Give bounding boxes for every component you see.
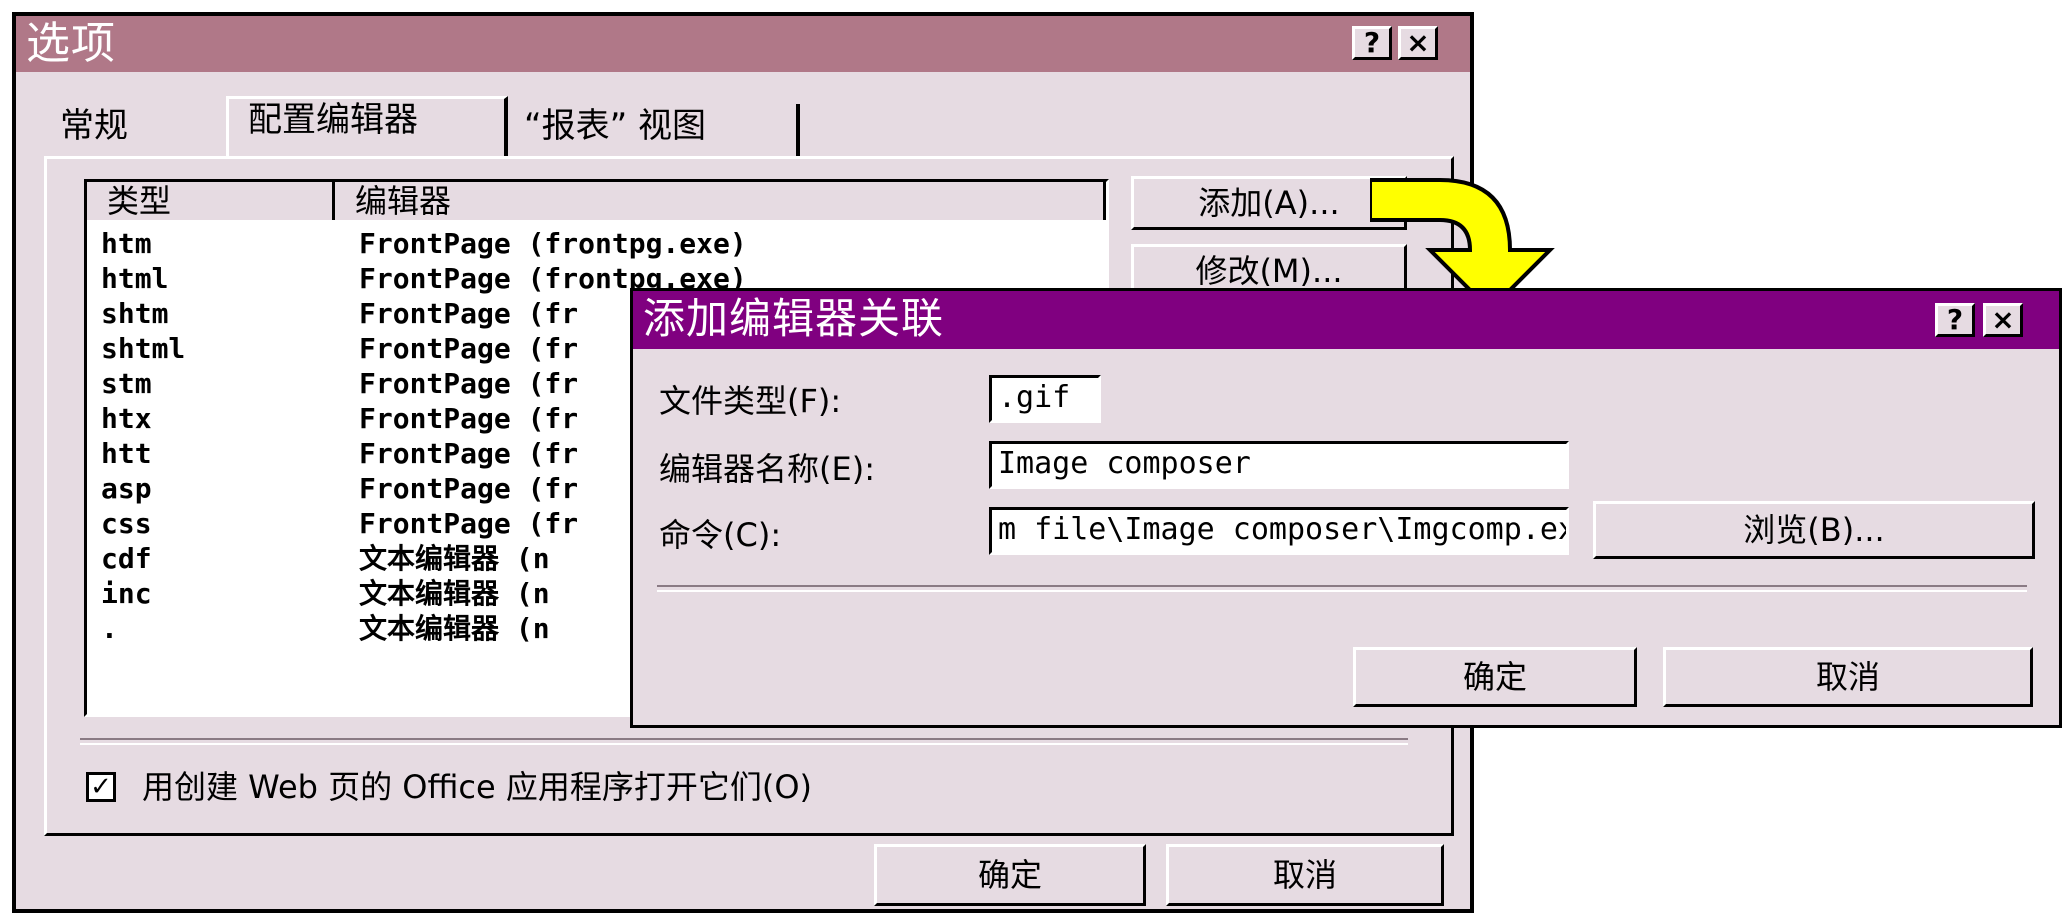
separator [80, 738, 1408, 745]
row-type: htt [101, 437, 152, 470]
row-editor: 文本编辑器 (n [359, 542, 550, 575]
assoc-help-button[interactable]: ? [1935, 303, 1975, 337]
assoc-separator [657, 585, 2027, 592]
list-header: 类型 编辑器 [87, 182, 1106, 220]
tab-report-view[interactable]: “报表” 视图 [524, 104, 706, 148]
tab-divider [796, 104, 800, 156]
options-titlebar[interactable]: 选项 ? × [16, 16, 1470, 72]
cancel-button[interactable]: 取消 [1166, 844, 1444, 906]
row-editor: 文本编辑器 (n [359, 577, 550, 610]
row-type: . [101, 612, 118, 645]
row-editor: FrontPage (fr [359, 472, 579, 505]
assoc-ok-button[interactable]: 确定 [1353, 647, 1637, 707]
add-button[interactable]: 添加(A)... [1131, 176, 1407, 230]
row-editor: FrontPage (fr [359, 332, 579, 365]
row-type: shtm [101, 297, 169, 330]
row-editor: FrontPage (fr [359, 367, 579, 400]
column-header-type[interactable]: 类型 [87, 182, 335, 220]
file-type-label: 文件类型(F): [659, 382, 842, 420]
editor-name-label: 编辑器名称(E): [659, 450, 875, 488]
row-type: inc [101, 577, 152, 610]
row-editor: FrontPage (fr [359, 507, 579, 540]
command-label: 命令(C): [659, 516, 782, 554]
row-type: stm [101, 367, 152, 400]
assoc-cancel-button[interactable]: 取消 [1663, 647, 2033, 707]
open-with-office-label: 用创建 Web 页的 Office 应用程序打开它们(O) [142, 768, 813, 806]
open-with-office-checkbox[interactable]: ✓ [86, 772, 116, 802]
row-type: html [101, 262, 169, 295]
row-type: asp [101, 472, 152, 505]
row-type: htx [101, 402, 152, 435]
row-editor: FrontPage (fr [359, 297, 579, 330]
options-title: 选项 [26, 18, 116, 69]
add-editor-association-dialog: 添加编辑器关联 ? × 文件类型(F): .gif 编辑器名称(E): Imag… [630, 288, 2062, 728]
assoc-title: 添加编辑器关联 [643, 294, 945, 343]
tab-configure-editors[interactable]: 配置编辑器 [248, 98, 418, 142]
assoc-close-button[interactable]: × [1983, 303, 2023, 337]
row-editor: FrontPage (fr [359, 402, 579, 435]
ok-button[interactable]: 确定 [874, 844, 1146, 906]
checkmark-icon: ✓ [90, 772, 112, 802]
browse-button[interactable]: 浏览(B)... [1593, 501, 2035, 559]
row-type: css [101, 507, 152, 540]
row-type: cdf [101, 542, 152, 575]
file-type-field[interactable]: .gif [989, 375, 1101, 423]
column-header-editor[interactable]: 编辑器 [335, 182, 1106, 220]
close-button[interactable]: × [1398, 26, 1438, 60]
row-editor: FrontPage (frontpg.exe) [359, 227, 747, 260]
editor-name-field[interactable]: Image composer [989, 441, 1569, 489]
assoc-titlebar[interactable]: 添加编辑器关联 ? × [633, 291, 2059, 349]
row-editor: 文本编辑器 (n [359, 612, 550, 645]
tab-general[interactable]: 常规 [60, 104, 128, 148]
help-button[interactable]: ? [1352, 26, 1392, 60]
row-type: htm [101, 227, 152, 260]
row-type: shtml [101, 332, 186, 365]
row-editor: FrontPage (fr [359, 437, 579, 470]
command-field[interactable]: m file\Image composer\Imgcomp.exe [989, 507, 1569, 555]
